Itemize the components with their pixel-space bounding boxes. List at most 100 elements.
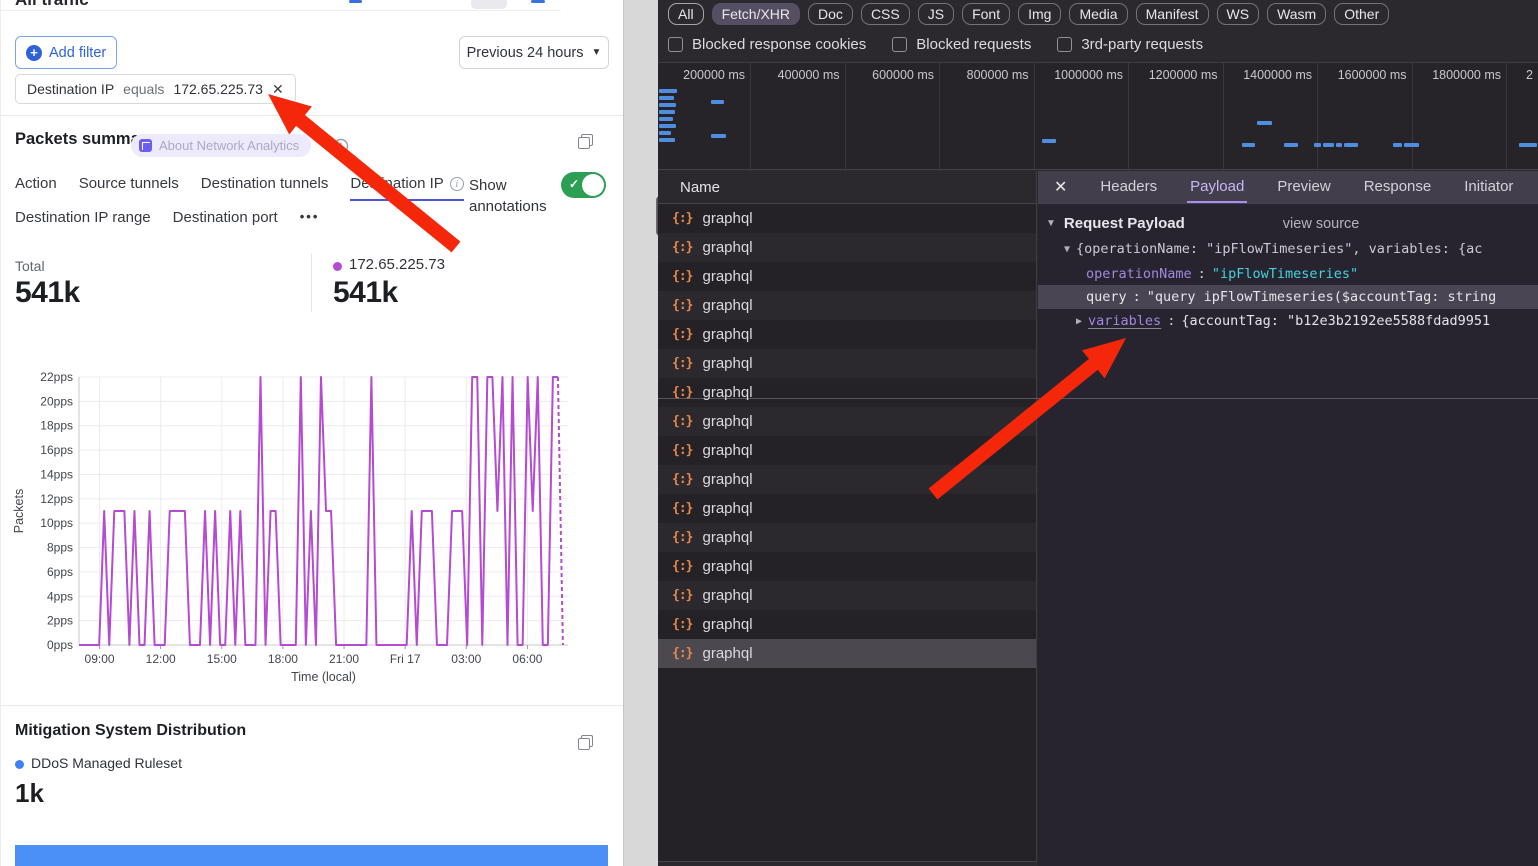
waterfall-bar[interactable] bbox=[1344, 143, 1358, 147]
payload-row-query[interactable]: query: "query ipFlowTimeseries($accountT… bbox=[1038, 285, 1538, 309]
waterfall-bar[interactable] bbox=[711, 100, 724, 104]
request-row[interactable]: {:}graphql bbox=[658, 581, 1036, 610]
request-row[interactable]: {:}graphql bbox=[658, 639, 1036, 668]
tab-destination-port[interactable]: Destination port bbox=[173, 209, 278, 233]
waterfall-bar[interactable] bbox=[659, 138, 675, 142]
waterfall-bar[interactable] bbox=[1042, 139, 1056, 143]
add-filter-button[interactable]: + Add filter bbox=[15, 36, 117, 69]
checkbox-box[interactable] bbox=[668, 37, 683, 52]
checkbox-blocked-requests[interactable]: Blocked requests bbox=[892, 36, 1031, 53]
filter-pill-font[interactable]: Font bbox=[962, 3, 1010, 25]
filter-pill-fetch-xhr[interactable]: Fetch/XHR bbox=[712, 3, 800, 25]
clock-icon[interactable] bbox=[333, 138, 349, 154]
expand-card-icon[interactable] bbox=[578, 735, 593, 750]
request-row[interactable]: {:}graphql bbox=[658, 291, 1036, 320]
series-value: 541k bbox=[333, 276, 398, 310]
checkbox-label: Blocked response cookies bbox=[692, 36, 866, 53]
remove-filter-icon[interactable]: ✕ bbox=[272, 81, 284, 98]
json-braces-icon: {:} bbox=[672, 617, 692, 632]
waterfall-bar[interactable] bbox=[1519, 143, 1537, 147]
name-column-header[interactable]: Name bbox=[658, 171, 1037, 204]
request-row[interactable]: {:}graphql bbox=[658, 378, 1036, 407]
waterfall-bar[interactable] bbox=[1393, 143, 1402, 147]
filter-pill-css[interactable]: CSS bbox=[861, 3, 910, 25]
detail-tab-preview[interactable]: Preview bbox=[1274, 171, 1333, 203]
svg-text:10pps: 10pps bbox=[40, 516, 73, 530]
checkbox-3rd-party-requests[interactable]: 3rd-party requests bbox=[1057, 36, 1203, 53]
detail-tab-headers[interactable]: Headers bbox=[1097, 171, 1160, 203]
waterfall-bar[interactable] bbox=[711, 134, 726, 138]
waterfall-bar[interactable] bbox=[1242, 143, 1255, 147]
show-annotations-toggle[interactable]: ✓ bbox=[561, 172, 606, 198]
mitigation-legend: DDoS Managed Ruleset bbox=[31, 755, 182, 771]
waterfall-bar[interactable] bbox=[1314, 143, 1321, 147]
detail-tab-initiator[interactable]: Initiator bbox=[1461, 171, 1516, 203]
payload-row-variables[interactable]: ▶ variables: {accountTag: "b12e3b2192ee5… bbox=[1038, 309, 1538, 333]
request-row[interactable]: {:}graphql bbox=[658, 262, 1036, 291]
request-row[interactable]: {:}graphql bbox=[658, 407, 1036, 436]
filter-pill-other[interactable]: Other bbox=[1334, 3, 1389, 25]
payload-preview-row[interactable]: ▼ {operationName: "ipFlowTimeseries", va… bbox=[1038, 237, 1538, 261]
request-row[interactable]: {:}graphql bbox=[658, 465, 1036, 494]
request-name: graphql bbox=[702, 616, 752, 633]
tab-destination-ip[interactable]: Destination IPi bbox=[350, 175, 463, 201]
waterfall-bar[interactable] bbox=[659, 96, 674, 100]
about-network-analytics-badge[interactable]: About Network Analytics bbox=[131, 134, 311, 157]
filter-chip[interactable]: Destination IP equals 172.65.225.73 ✕ bbox=[15, 74, 296, 104]
tab-destination-tunnels[interactable]: Destination tunnels bbox=[201, 175, 329, 199]
filter-pill-img[interactable]: Img bbox=[1018, 3, 1061, 25]
waterfall-bar[interactable] bbox=[1257, 121, 1272, 125]
svg-text:12pps: 12pps bbox=[40, 492, 73, 506]
tab-action[interactable]: Action bbox=[15, 175, 57, 199]
request-row[interactable]: {:}graphql bbox=[658, 523, 1036, 552]
expand-card-icon[interactable] bbox=[578, 134, 593, 149]
request-row[interactable]: {:} graphql bbox=[658, 610, 1036, 639]
filter-pill-wasm[interactable]: Wasm bbox=[1267, 3, 1326, 25]
more-tabs-button[interactable]: ••• bbox=[300, 209, 320, 224]
filter-pill-doc[interactable]: Doc bbox=[808, 3, 853, 25]
request-name: graphql bbox=[702, 442, 752, 459]
filter-pill-manifest[interactable]: Manifest bbox=[1136, 3, 1209, 25]
tab-source-tunnels[interactable]: Source tunnels bbox=[79, 175, 179, 199]
mitigation-bar[interactable] bbox=[15, 845, 608, 866]
request-row[interactable]: {:}graphql bbox=[658, 233, 1036, 262]
waterfall-bar[interactable] bbox=[1284, 143, 1298, 147]
network-overview-timeline[interactable]: 200000 ms400000 ms600000 ms800000 ms1000… bbox=[658, 62, 1538, 170]
checkbox-blocked-response-cookies[interactable]: Blocked response cookies bbox=[668, 36, 866, 53]
request-row[interactable]: {:}graphql bbox=[658, 552, 1036, 581]
view-source-link[interactable]: view source bbox=[1283, 216, 1360, 232]
request-row[interactable]: {:}graphql bbox=[658, 320, 1036, 349]
request-row[interactable]: {:}graphql bbox=[658, 204, 1036, 233]
chevron-down-icon: ▼ bbox=[591, 47, 601, 58]
filter-pill-ws[interactable]: WS bbox=[1217, 3, 1260, 25]
request-row[interactable]: {:}graphql bbox=[658, 494, 1036, 523]
tab-destination-ip-range[interactable]: Destination IP range bbox=[15, 209, 151, 233]
payload-row-operationname[interactable]: operationName: "ipFlowTimeseries" bbox=[1038, 262, 1538, 286]
waterfall-bar[interactable] bbox=[659, 110, 675, 114]
close-icon[interactable]: ✕ bbox=[1054, 177, 1067, 197]
filter-pill-js[interactable]: JS bbox=[918, 3, 954, 25]
waterfall-bar[interactable] bbox=[659, 124, 676, 128]
detail-tab-response[interactable]: Response bbox=[1361, 171, 1435, 203]
waterfall-bar[interactable] bbox=[1336, 143, 1342, 147]
request-payload-section[interactable]: ▼ Request Payload view source bbox=[1046, 215, 1359, 232]
filter-pill-media[interactable]: Media bbox=[1069, 3, 1127, 25]
checkbox-box[interactable] bbox=[1057, 37, 1072, 52]
request-row[interactable]: {:}graphql bbox=[658, 436, 1036, 465]
waterfall-bar[interactable] bbox=[1323, 143, 1334, 147]
waterfall-bar[interactable] bbox=[659, 117, 673, 121]
time-range-dropdown[interactable]: Previous 24 hours ▼ bbox=[459, 36, 609, 69]
packets-timeseries-chart[interactable]: 0pps2pps4pps6pps8pps10pps12pps14pps16pps… bbox=[1, 358, 624, 693]
waterfall-bar[interactable] bbox=[659, 103, 676, 107]
checkbox-box[interactable] bbox=[892, 37, 907, 52]
info-icon[interactable]: i bbox=[450, 177, 464, 191]
request-row[interactable]: {:}graphql bbox=[658, 349, 1036, 378]
filter-pill-all[interactable]: All bbox=[668, 3, 704, 25]
request-name: graphql bbox=[702, 297, 752, 314]
detail-tab-payload[interactable]: Payload bbox=[1187, 171, 1247, 203]
waterfall-bar[interactable] bbox=[1404, 143, 1419, 147]
json-braces-icon: {:} bbox=[672, 327, 692, 342]
timeline-column: 1800000 ms bbox=[1413, 63, 1508, 171]
waterfall-bar[interactable] bbox=[659, 89, 677, 93]
waterfall-bar[interactable] bbox=[659, 131, 671, 135]
